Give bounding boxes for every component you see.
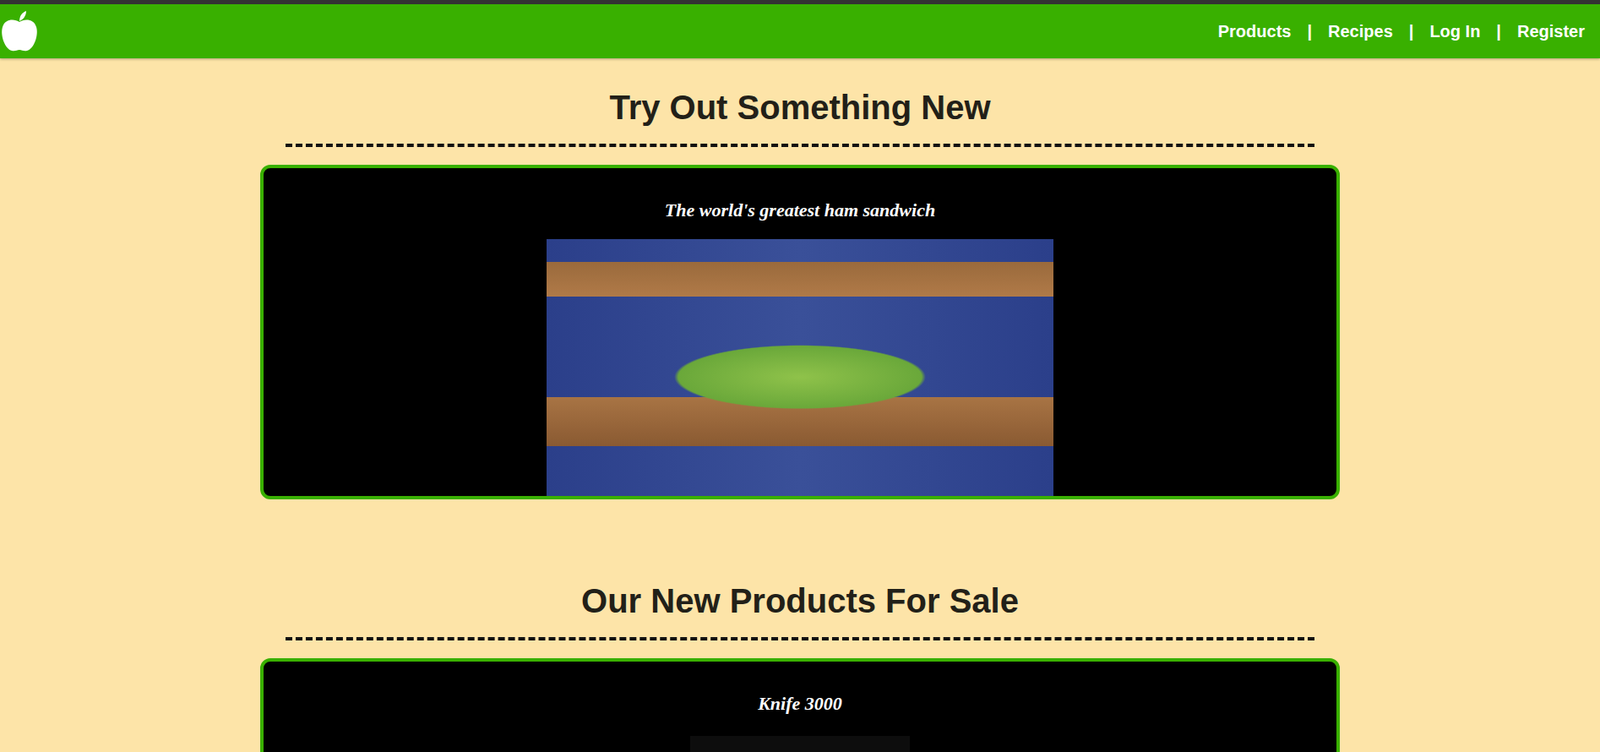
content: Try Out Something New The world's greate… [0, 58, 1600, 752]
nav-link[interactable]: Log In [1429, 21, 1481, 41]
dashed-divider [285, 636, 1315, 641]
section: Try Out Something New The world's greate… [260, 87, 1340, 500]
section-heading: Try Out Something New [609, 87, 991, 128]
apple-logo-icon[interactable] [0, 10, 39, 53]
section: Our New Products For Sale Knife 3000 [260, 580, 1340, 752]
nav-separator: | [1409, 21, 1415, 42]
nav-separator: | [1306, 21, 1312, 42]
card-title: The world's greatest ham sandwich [656, 198, 944, 223]
section-heading: Our New Products For Sale [581, 580, 1019, 621]
card-image[interactable] [546, 239, 1054, 500]
nav-link[interactable]: Recipes [1327, 21, 1394, 41]
nav-links: Products | Recipes | Log In | Register [1218, 21, 1600, 42]
navbar: Products | Recipes | Log In | Register [0, 0, 1600, 59]
nav-separator: | [1496, 21, 1502, 42]
dashed-divider [285, 143, 1315, 147]
card-image[interactable] [690, 735, 910, 752]
feature-card[interactable]: The world's greatest ham sandwich [260, 164, 1340, 500]
page: Products | Recipes | Log In | Register Try … [0, 0, 1600, 752]
nav-link[interactable]: Products [1218, 21, 1292, 41]
card-title: Knife 3000 [749, 691, 851, 716]
feature-card[interactable]: Knife 3000 [260, 658, 1340, 752]
nav-link[interactable]: Register [1517, 21, 1585, 41]
